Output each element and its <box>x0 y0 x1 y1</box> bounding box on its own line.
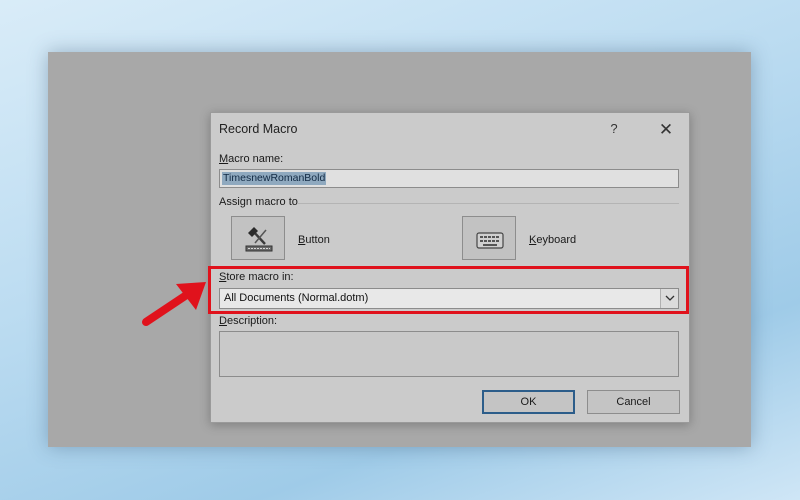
store-macro-highlight-box <box>208 266 689 314</box>
group-divider <box>297 203 679 204</box>
assign-button-button[interactable] <box>231 216 285 260</box>
assign-keyboard-button[interactable] <box>462 216 516 260</box>
macro-name-input[interactable]: TimesnewRomanBold <box>219 169 679 188</box>
assign-keyboard-label: Keyboard <box>529 234 577 246</box>
assign-button-label: Button <box>298 234 330 246</box>
dialog-title: Record Macro <box>219 122 298 136</box>
help-button[interactable]: ? <box>604 119 624 139</box>
description-label: Description: <box>219 315 278 327</box>
close-button[interactable]: ✕ <box>655 119 677 141</box>
macro-name-selected-text: TimesnewRomanBold <box>222 172 327 185</box>
assign-macro-label: Assign macro to <box>219 196 298 208</box>
hammer-toolbar-icon <box>245 227 273 252</box>
cancel-button[interactable]: Cancel <box>587 390 680 414</box>
keyboard-icon <box>476 232 504 249</box>
description-textarea[interactable] <box>219 331 679 377</box>
macro-name-label: Macro name: <box>219 153 284 165</box>
ok-button[interactable]: OK <box>482 390 575 414</box>
red-arrow-pointer-icon <box>142 282 206 326</box>
